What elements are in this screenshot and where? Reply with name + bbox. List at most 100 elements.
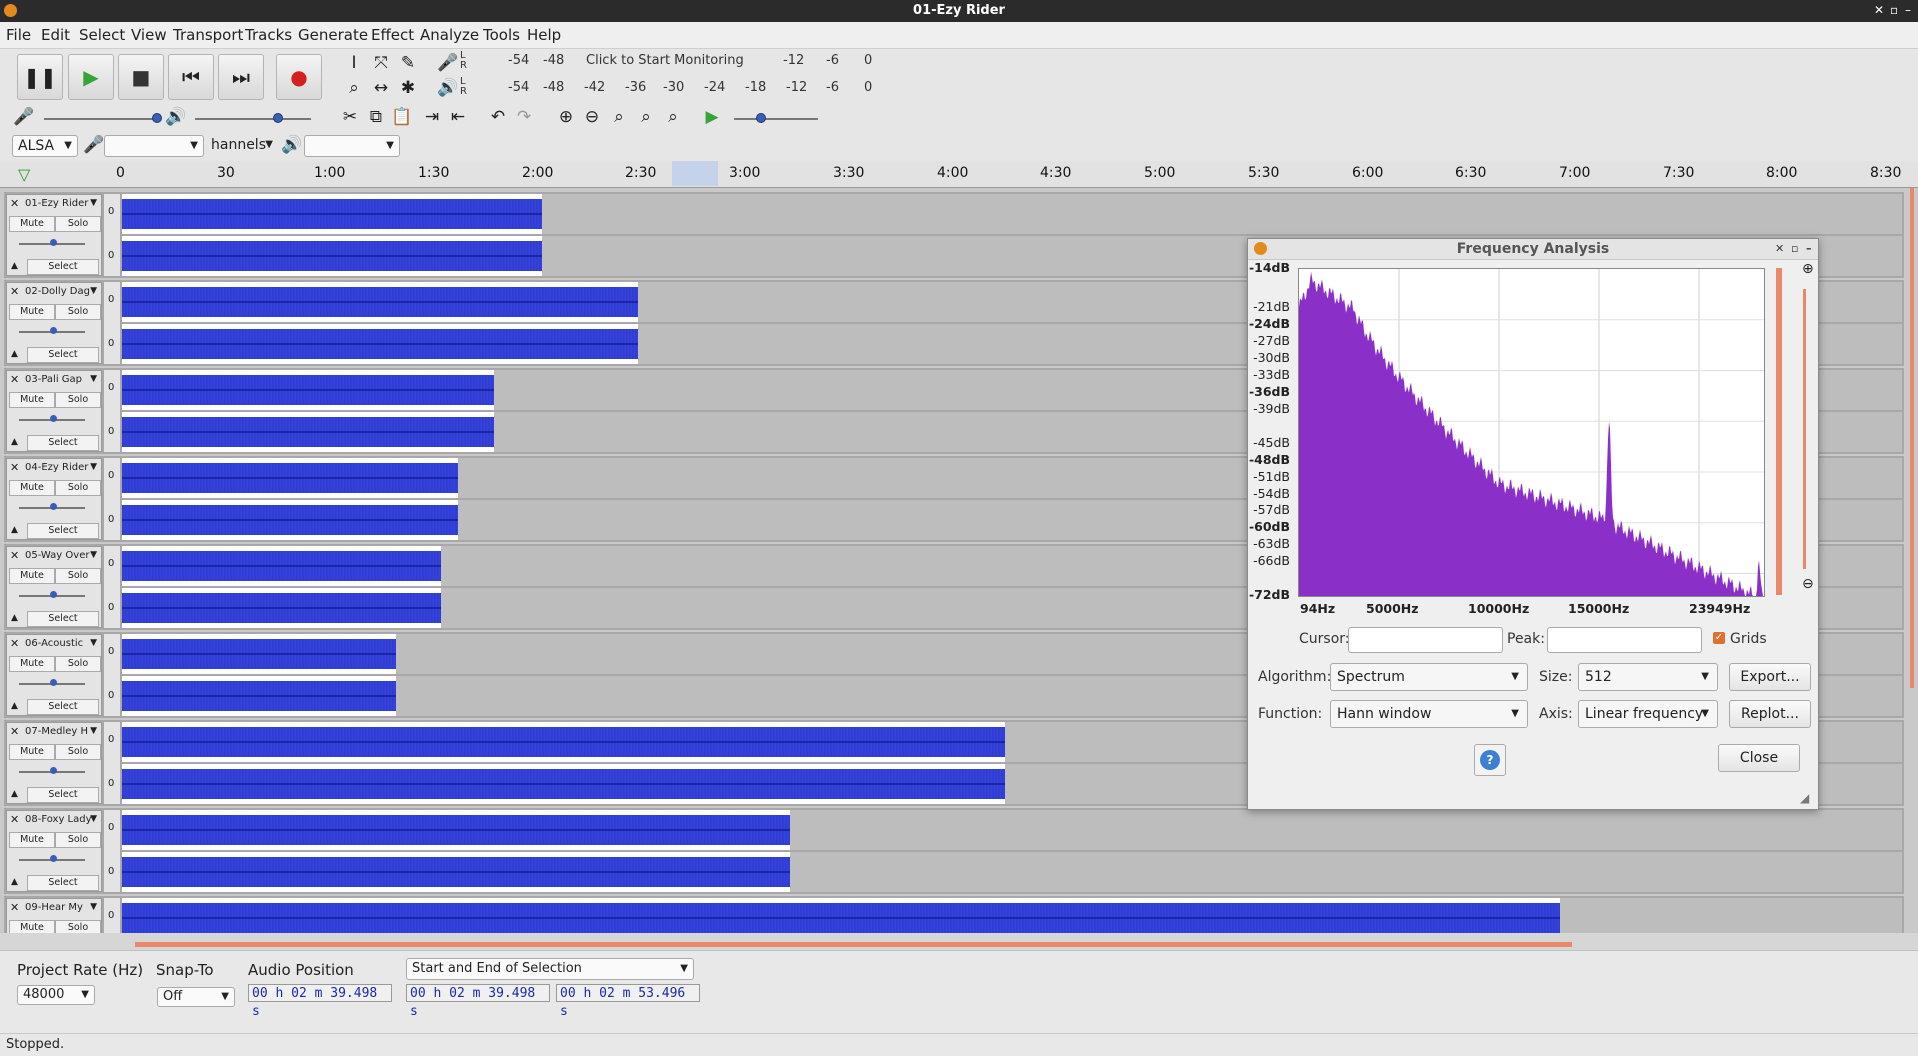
draw-tool-icon[interactable]: ✎ bbox=[396, 51, 420, 75]
audio-position-time[interactable]: 00 h 02 m 39.498 s bbox=[248, 984, 392, 1019]
size-select[interactable]: 512 ▼ bbox=[1578, 663, 1718, 691]
ruler-selection-region[interactable] bbox=[672, 161, 718, 186]
mute-button[interactable]: Mute bbox=[9, 480, 55, 496]
timeline-ruler[interactable]: ▽ 0 30 1:00 1:30 2:00 2:30 3:00 3:30 4:0… bbox=[0, 161, 1918, 188]
maximize-window-icon[interactable]: ▫ bbox=[1890, 3, 1898, 17]
fit-project-icon[interactable]: ⌕ bbox=[634, 105, 658, 129]
select-track-button[interactable]: Select bbox=[27, 523, 99, 539]
playback-volume-thumb[interactable] bbox=[273, 113, 283, 123]
peak-field[interactable] bbox=[1547, 627, 1702, 653]
track-menu-arrow-icon[interactable]: ▼ bbox=[90, 374, 97, 384]
track-close-icon[interactable]: ✕ bbox=[10, 901, 19, 914]
waveform-clip[interactable] bbox=[122, 722, 1005, 762]
select-track-button[interactable]: Select bbox=[27, 259, 99, 275]
gain-slider-thumb[interactable] bbox=[50, 591, 57, 598]
dialog-minimize-icon[interactable]: – bbox=[1806, 239, 1812, 259]
undo-icon[interactable]: ↶ bbox=[486, 105, 510, 129]
track-control-panel[interactable]: ✕ 09-Hear My ▼ Mute Solo ▲ Select bbox=[6, 898, 102, 933]
menu-file[interactable]: File bbox=[6, 26, 31, 44]
track[interactable]: ✕ 09-Hear My ▼ Mute Solo ▲ Select 0 0 bbox=[4, 896, 1904, 933]
solo-button[interactable]: Solo bbox=[55, 656, 101, 672]
track-name[interactable]: 01-Ezy Rider bbox=[25, 198, 93, 209]
channel-lane-left[interactable] bbox=[122, 194, 1902, 234]
fit-selection-icon[interactable]: ⌕ bbox=[607, 105, 631, 129]
cursor-field[interactable] bbox=[1348, 627, 1503, 653]
spectrum-plot[interactable] bbox=[1298, 268, 1765, 597]
track-control-panel[interactable]: ✕ 08-Foxy Lady ▼ Mute Solo ▲ Select bbox=[6, 810, 102, 892]
menu-transport[interactable]: Transport bbox=[173, 26, 243, 44]
waveform-clip[interactable] bbox=[122, 546, 441, 586]
collapse-track-icon[interactable]: ▲ bbox=[11, 349, 18, 359]
waveform-clip[interactable] bbox=[122, 500, 458, 540]
collapse-track-icon[interactable]: ▲ bbox=[11, 613, 18, 623]
mute-button[interactable]: Mute bbox=[9, 832, 55, 848]
help-button[interactable]: ? bbox=[1474, 744, 1506, 776]
track-name[interactable]: 04-Ezy Rider bbox=[25, 462, 93, 473]
track-close-icon[interactable]: ✕ bbox=[10, 197, 19, 210]
menu-help[interactable]: Help bbox=[527, 26, 561, 44]
axis-select[interactable]: Linear frequency ▼ bbox=[1578, 700, 1718, 728]
waveform-clip[interactable] bbox=[122, 810, 790, 850]
zoom-slider[interactable] bbox=[1803, 289, 1806, 569]
silence-icon[interactable]: ⇤ bbox=[446, 105, 470, 129]
zoom-out-magnifier-icon[interactable]: ⊖ bbox=[1802, 576, 1814, 592]
track-name[interactable]: 06-Acoustic bbox=[25, 638, 93, 649]
menu-effect[interactable]: Effect bbox=[371, 26, 414, 44]
track-close-icon[interactable]: ✕ bbox=[10, 725, 19, 738]
menu-view[interactable]: View bbox=[131, 26, 167, 44]
solo-button[interactable]: Solo bbox=[55, 832, 101, 848]
cut-icon[interactable]: ✂ bbox=[338, 105, 362, 129]
selection-end-time[interactable]: 00 h 02 m 53.496 s bbox=[556, 984, 700, 1019]
menu-analyze[interactable]: Analyze bbox=[420, 26, 479, 44]
selection-mode-select[interactable]: Start and End of Selection ▼ bbox=[406, 958, 694, 980]
record-volume-thumb[interactable] bbox=[152, 113, 162, 123]
record-volume-slider[interactable] bbox=[44, 118, 160, 120]
track-control-panel[interactable]: ✕ 07-Medley H ▼ Mute Solo ▲ Select bbox=[6, 722, 102, 804]
track-close-icon[interactable]: ✕ bbox=[10, 637, 19, 650]
track-menu-arrow-icon[interactable]: ▼ bbox=[90, 726, 97, 736]
selection-tool-icon[interactable]: I bbox=[342, 51, 366, 75]
play-head-icon[interactable]: ▽ bbox=[18, 165, 30, 184]
solo-button[interactable]: Solo bbox=[55, 392, 101, 408]
track-name[interactable]: 05-Way Over bbox=[25, 550, 93, 561]
track-close-icon[interactable]: ✕ bbox=[10, 813, 19, 826]
gain-slider-thumb[interactable] bbox=[50, 855, 57, 862]
pause-button[interactable]: ❚❚ bbox=[17, 54, 63, 100]
menu-tools[interactable]: Tools bbox=[483, 26, 520, 44]
select-track-button[interactable]: Select bbox=[27, 699, 99, 715]
channel-lane-left[interactable] bbox=[122, 898, 1902, 933]
close-window-icon[interactable]: ✕ bbox=[1874, 3, 1884, 17]
waveform-clip[interactable] bbox=[122, 412, 494, 452]
record-button[interactable]: ● bbox=[276, 54, 322, 100]
play-at-speed-icon[interactable]: ▶ bbox=[700, 105, 724, 129]
stop-button[interactable]: ■ bbox=[118, 54, 164, 100]
horizontal-scrollbar[interactable] bbox=[135, 942, 1572, 947]
selection-start-time[interactable]: 00 h 02 m 39.498 s bbox=[406, 984, 550, 1019]
track-control-panel[interactable]: ✕ 01-Ezy Rider ▼ Mute Solo ▲ Select bbox=[6, 194, 102, 276]
waveform-clip[interactable] bbox=[122, 634, 396, 674]
channel-lane-right[interactable] bbox=[122, 852, 1902, 892]
gain-slider-thumb[interactable] bbox=[50, 327, 57, 334]
replot-button[interactable]: Replot... bbox=[1729, 700, 1811, 728]
record-meter-mic-icon[interactable]: 🎤 bbox=[436, 51, 460, 75]
track-menu-arrow-icon[interactable]: ▼ bbox=[90, 462, 97, 472]
track-menu-arrow-icon[interactable]: ▼ bbox=[90, 550, 97, 560]
waveform-clip[interactable] bbox=[122, 676, 396, 716]
track-control-panel[interactable]: ✕ 02-Dolly Dag ▼ Mute Solo ▲ Select bbox=[6, 282, 102, 364]
grids-checkbox[interactable]: ✓ bbox=[1713, 632, 1725, 644]
minimize-window-icon[interactable]: – bbox=[1905, 3, 1911, 17]
track-menu-arrow-icon[interactable]: ▼ bbox=[90, 638, 97, 648]
select-track-button[interactable]: Select bbox=[27, 611, 99, 627]
track-close-icon[interactable]: ✕ bbox=[10, 373, 19, 386]
collapse-track-icon[interactable]: ▲ bbox=[11, 877, 18, 887]
track-name[interactable]: 09-Hear My bbox=[25, 902, 93, 913]
recording-device-select[interactable]: ▼ bbox=[104, 135, 204, 157]
skip-start-button[interactable]: ⏮ bbox=[168, 54, 214, 100]
track-menu-arrow-icon[interactable]: ▼ bbox=[90, 198, 97, 208]
track-close-icon[interactable]: ✕ bbox=[10, 549, 19, 562]
trim-icon[interactable]: ⇥ bbox=[420, 105, 444, 129]
collapse-track-icon[interactable]: ▲ bbox=[11, 437, 18, 447]
solo-button[interactable]: Solo bbox=[55, 304, 101, 320]
solo-button[interactable]: Solo bbox=[55, 744, 101, 760]
playback-device-select[interactable]: ▼ bbox=[304, 135, 400, 157]
